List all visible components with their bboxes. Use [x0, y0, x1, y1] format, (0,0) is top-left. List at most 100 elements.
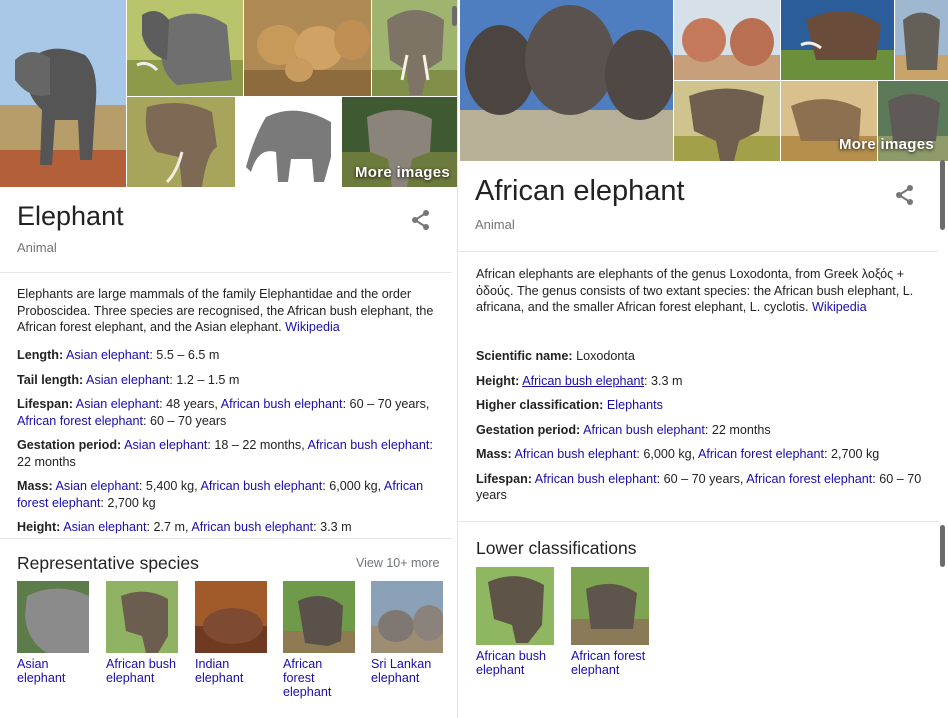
- facts-list: Length: Asian elephant: 5.5 – 6.5 m Tail …: [17, 347, 439, 544]
- description-text: Elephants are large mammals of the famil…: [17, 287, 434, 334]
- species-thumbnail[interactable]: [17, 581, 89, 653]
- fact-link[interactable]: African bush elephant: [515, 447, 637, 461]
- scrollbar-thumb[interactable]: [940, 160, 945, 230]
- fact-value: : 48 years,: [159, 397, 221, 411]
- fact-value: : 3.3 m: [644, 373, 683, 388]
- fact-link[interactable]: Asian elephant: [86, 373, 169, 387]
- more-images-label[interactable]: More images: [839, 136, 934, 153]
- fact-value: : 5,400 kg,: [138, 479, 201, 493]
- fact-link[interactable]: African bush elephant: [535, 472, 657, 486]
- entity-title: African elephant: [475, 175, 685, 207]
- fact-value: : 60 – 70 years,: [342, 397, 430, 411]
- fact-row: Tail length: Asian elephant: 1.2 – 1.5 m: [17, 372, 439, 389]
- fact-label: Length:: [17, 348, 64, 362]
- image-collage: More images: [0, 0, 457, 187]
- fact-link[interactable]: Elephants: [607, 398, 663, 412]
- species-link[interactable]: Indian elephant: [195, 657, 267, 685]
- fact-value: : 60 – 70 years,: [656, 471, 747, 486]
- fact-link[interactable]: African bush elephant: [583, 423, 705, 437]
- lower-classification-link[interactable]: African bush elephant: [476, 649, 554, 677]
- fact-value: : 6,000 kg,: [322, 479, 384, 493]
- species-thumbnail[interactable]: [283, 581, 355, 653]
- fact-link[interactable]: African forest elephant: [698, 447, 824, 461]
- elephant-photo[interactable]: More images: [342, 97, 457, 187]
- species-thumbnail[interactable]: [476, 567, 554, 645]
- elephant-photo[interactable]: [372, 0, 457, 96]
- fact-label: Mass:: [476, 447, 512, 461]
- lower-classification-item[interactable]: African forest elephant: [571, 567, 649, 677]
- elephant-family-photo[interactable]: [674, 0, 780, 80]
- image-collage: More images: [458, 0, 948, 161]
- species-link[interactable]: African bush elephant: [106, 657, 178, 685]
- elephant-photo[interactable]: [127, 97, 235, 187]
- fact-link[interactable]: Asian elephant: [63, 520, 146, 534]
- fact-row: Gestation period: Asian elephant: 18 – 2…: [17, 437, 439, 470]
- share-icon[interactable]: [410, 209, 432, 231]
- elephant-photo[interactable]: [0, 0, 126, 187]
- view-more-link[interactable]: View 10+ more: [356, 556, 440, 570]
- species-item[interactable]: African bush elephant: [106, 581, 178, 685]
- fact-link[interactable]: African forest elephant: [746, 472, 872, 486]
- fact-link[interactable]: African bush elephant: [200, 479, 322, 493]
- fact-label: Scientific name:: [476, 349, 573, 363]
- entity-subtitle: Animal: [17, 240, 57, 255]
- fact-label: Height:: [476, 373, 520, 388]
- scrollbar-thumb[interactable]: [452, 6, 457, 26]
- lower-classification-item[interactable]: African bush elephant: [476, 567, 554, 677]
- species-item[interactable]: African forest elephant: [283, 581, 355, 699]
- fact-label: Tail length:: [17, 372, 84, 387]
- scrollbar-thumb[interactable]: [940, 525, 945, 567]
- fact-row: Height: African bush elephant: 3.3 m: [476, 373, 926, 390]
- african-elephant-knowledge-panel: More images African elephant Animal Afri…: [458, 0, 948, 718]
- species-thumbnail[interactable]: [195, 581, 267, 653]
- fact-value: : 2,700 kg: [823, 447, 880, 461]
- fact-label: Lifespan:: [17, 397, 73, 411]
- species-thumbnail[interactable]: [106, 581, 178, 653]
- wikipedia-link[interactable]: Wikipedia: [285, 320, 340, 334]
- fact-link[interactable]: Asian elephant: [76, 397, 159, 411]
- entity-title: Elephant: [17, 201, 124, 231]
- fact-value: : 18 – 22 months,: [207, 438, 308, 452]
- elephant-cutout-photo[interactable]: [236, 97, 341, 187]
- fact-link[interactable]: African bush elephant: [191, 520, 313, 534]
- fact-link[interactable]: African bush elephant: [522, 374, 644, 388]
- species-link[interactable]: African forest elephant: [283, 657, 355, 699]
- fact-value: : 3.3 m: [313, 520, 352, 534]
- fact-row: Scientific name: Loxodonta: [476, 348, 926, 365]
- fact-link[interactable]: Asian elephant: [66, 348, 149, 362]
- species-link[interactable]: Sri Lankan elephant: [371, 657, 443, 685]
- fact-value: : 22 months: [704, 422, 771, 437]
- elephant-herd-photo[interactable]: [460, 0, 673, 161]
- elephant-photo[interactable]: [781, 0, 894, 80]
- lower-classification-link[interactable]: African forest elephant: [571, 649, 649, 677]
- fact-link[interactable]: African bush elephant: [221, 397, 343, 411]
- elephant-herd-photo[interactable]: [244, 0, 371, 96]
- species-link[interactable]: Asian elephant: [17, 657, 89, 685]
- fact-label: Higher classification:: [476, 398, 604, 412]
- species-item[interactable]: Sri Lankan elephant: [371, 581, 443, 685]
- fact-row: Height: Asian elephant: 2.7 m, African b…: [17, 519, 439, 536]
- fact-link[interactable]: Asian elephant: [56, 479, 139, 493]
- more-images-label[interactable]: More images: [355, 164, 450, 181]
- entity-description: Elephants are large mammals of the famil…: [17, 286, 437, 336]
- fact-label: Gestation period:: [17, 438, 122, 452]
- species-item[interactable]: Indian elephant: [195, 581, 267, 685]
- fact-value: : 2.7 m,: [146, 520, 192, 534]
- share-icon[interactable]: [894, 184, 916, 206]
- fact-link[interactable]: African bush elephant: [308, 438, 430, 452]
- species-thumbnail[interactable]: [571, 567, 649, 645]
- elephant-photo[interactable]: [127, 0, 243, 96]
- fact-label: Lifespan:: [476, 471, 532, 486]
- species-item[interactable]: Asian elephant: [17, 581, 89, 685]
- wikipedia-link[interactable]: Wikipedia: [812, 300, 867, 314]
- species-thumbnail[interactable]: [371, 581, 443, 653]
- elephant-photo[interactable]: [674, 81, 780, 161]
- fact-link[interactable]: African forest elephant: [17, 414, 143, 428]
- fact-link[interactable]: Asian elephant: [124, 438, 207, 452]
- fact-row: Length: Asian elephant: 5.5 – 6.5 m: [17, 347, 439, 364]
- fact-row: Lifespan: Asian elephant: 48 years, Afri…: [17, 396, 439, 429]
- scrollbar[interactable]: [940, 0, 946, 718]
- fact-value: : 6,000 kg,: [636, 447, 698, 461]
- fact-value: Loxodonta: [576, 349, 635, 363]
- divider: [458, 521, 938, 522]
